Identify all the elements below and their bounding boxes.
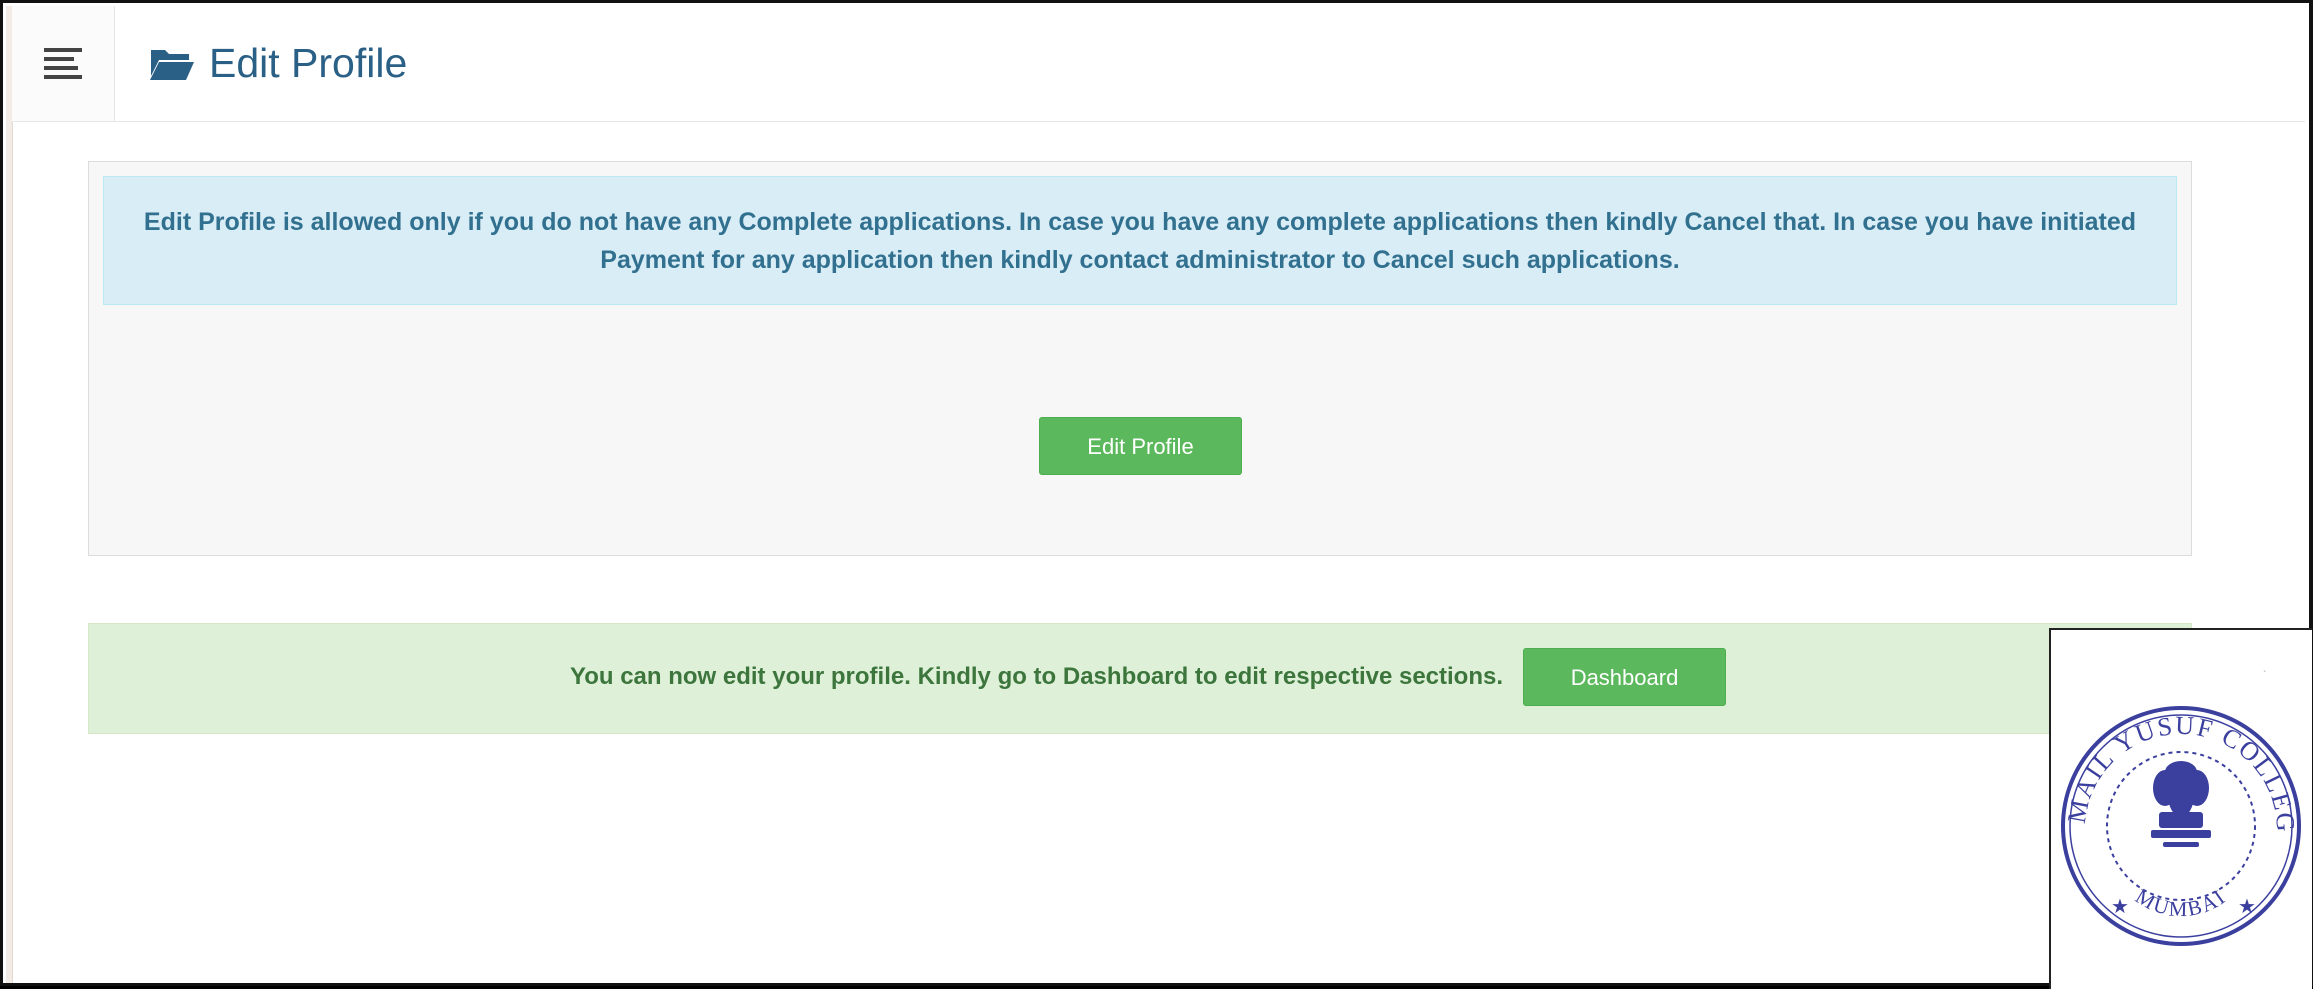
success-alert-text: You can now edit your profile. Kindly go… — [569, 663, 1504, 690]
success-alert-content: You can now edit your profile. Kindly go… — [89, 648, 2191, 706]
page-frame: Edit Profile Edit Profile is allowed onl… — [0, 0, 2313, 989]
svg-text:`: ` — [2263, 669, 2266, 681]
left-edge-strip — [6, 6, 13, 983]
hamburger-menu-icon — [44, 48, 82, 79]
page-title: Edit Profile — [149, 6, 407, 121]
folder-open-icon — [150, 49, 194, 80]
info-alert: Edit Profile is allowed only if you do n… — [103, 176, 2177, 305]
seal-bottom-text: MUMBAI — [2131, 884, 2230, 921]
edit-profile-button[interactable]: Edit Profile — [1039, 417, 1242, 475]
svg-text:★: ★ — [2111, 896, 2129, 918]
college-seal-stamp: ISMAIL YUSUF COLLEGE MUMBAI ★ ★ ` — [2051, 630, 2301, 946]
college-seal-image: ISMAIL YUSUF COLLEGE MUMBAI ★ ★ ` — [2049, 628, 2312, 989]
edit-profile-panel: Edit Profile is allowed only if you do n… — [88, 161, 2192, 556]
success-alert: You can now edit your profile. Kindly go… — [88, 623, 2192, 734]
edit-button-container: Edit Profile — [89, 417, 2191, 475]
sidebar-toggle-button[interactable] — [12, 6, 115, 121]
svg-text:★: ★ — [2238, 896, 2256, 918]
page-title-text: Edit Profile — [209, 40, 408, 86]
emblem-icon — [2151, 761, 2211, 847]
page-header: Edit Profile — [12, 6, 2305, 122]
dashboard-button[interactable]: Dashboard — [1523, 648, 1727, 706]
